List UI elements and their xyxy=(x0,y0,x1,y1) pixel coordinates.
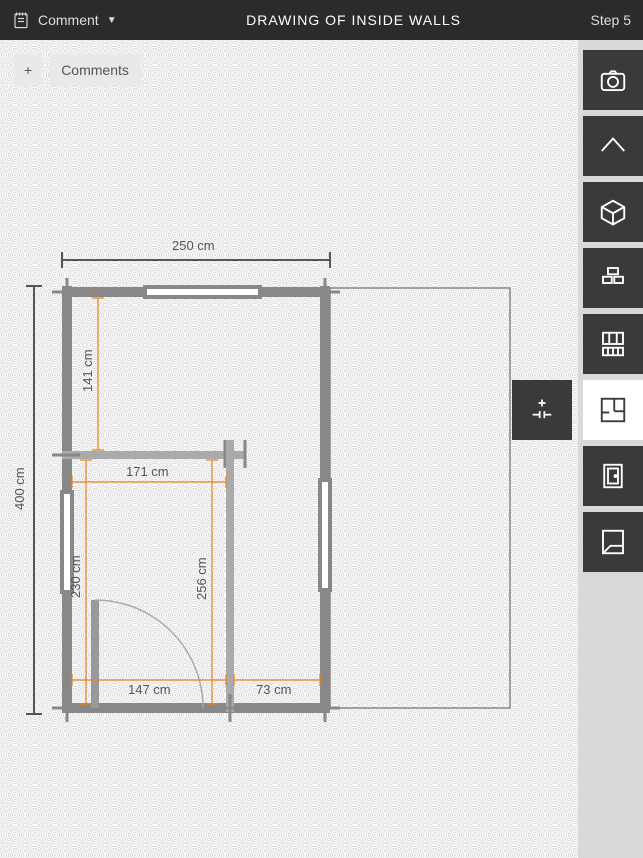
step-label: Step 5 xyxy=(591,12,631,28)
floorplan-icon xyxy=(598,395,628,425)
roof-icon xyxy=(598,131,628,161)
svg-text:256 cm: 256 cm xyxy=(194,557,209,600)
svg-text:230 cm: 230 cm xyxy=(68,555,83,598)
door-tool[interactable] xyxy=(583,446,643,506)
page-tool[interactable] xyxy=(583,512,643,572)
dim-right-gap: 73 cm xyxy=(234,674,320,697)
caret-down-icon: ▼ xyxy=(107,15,117,26)
roof-tool[interactable] xyxy=(583,116,643,176)
snap-tool[interactable] xyxy=(512,380,572,440)
dim-inner-w: 171 cm xyxy=(72,464,226,488)
cube-icon xyxy=(598,197,628,227)
camera-icon xyxy=(598,65,628,95)
snap-icon xyxy=(528,396,556,424)
floorplan-tool[interactable] xyxy=(583,380,643,440)
svg-text:73 cm: 73 cm xyxy=(256,682,291,697)
cube-tool[interactable] xyxy=(583,182,643,242)
svg-text:171 cm: 171 cm xyxy=(126,464,169,479)
drawing-canvas[interactable]: + Comments 250 cm 400 cm xyxy=(0,40,578,858)
svg-text:147 cm: 147 cm xyxy=(128,682,171,697)
side-toolbar xyxy=(578,40,643,858)
floor-plan: 250 cm 400 cm xyxy=(0,40,578,858)
page-title: DRAWING OF INSIDE WALLS xyxy=(117,12,591,28)
grid-tool[interactable] xyxy=(583,314,643,374)
door-icon xyxy=(598,461,628,491)
comment-dropdown[interactable]: Comment ▼ xyxy=(12,11,117,29)
notepad-icon xyxy=(12,11,30,29)
dim-outer-height: 400 cm xyxy=(12,286,42,714)
dim-inner-h: 256 cm xyxy=(194,460,218,704)
grid-icon xyxy=(598,329,628,359)
svg-text:400 cm: 400 cm xyxy=(12,467,27,510)
svg-text:141 cm: 141 cm xyxy=(80,349,95,392)
dim-upper-room-h: 141 cm xyxy=(80,298,104,450)
page-icon xyxy=(598,527,628,557)
stack-icon xyxy=(598,263,628,293)
camera-tool[interactable] xyxy=(583,50,643,110)
dim-outer-width: 250 cm xyxy=(62,238,330,268)
svg-text:250 cm: 250 cm xyxy=(172,238,215,253)
stack-tool[interactable] xyxy=(583,248,643,308)
top-bar: Comment ▼ DRAWING OF INSIDE WALLS Step 5 xyxy=(0,0,643,40)
comment-label: Comment xyxy=(38,12,99,28)
